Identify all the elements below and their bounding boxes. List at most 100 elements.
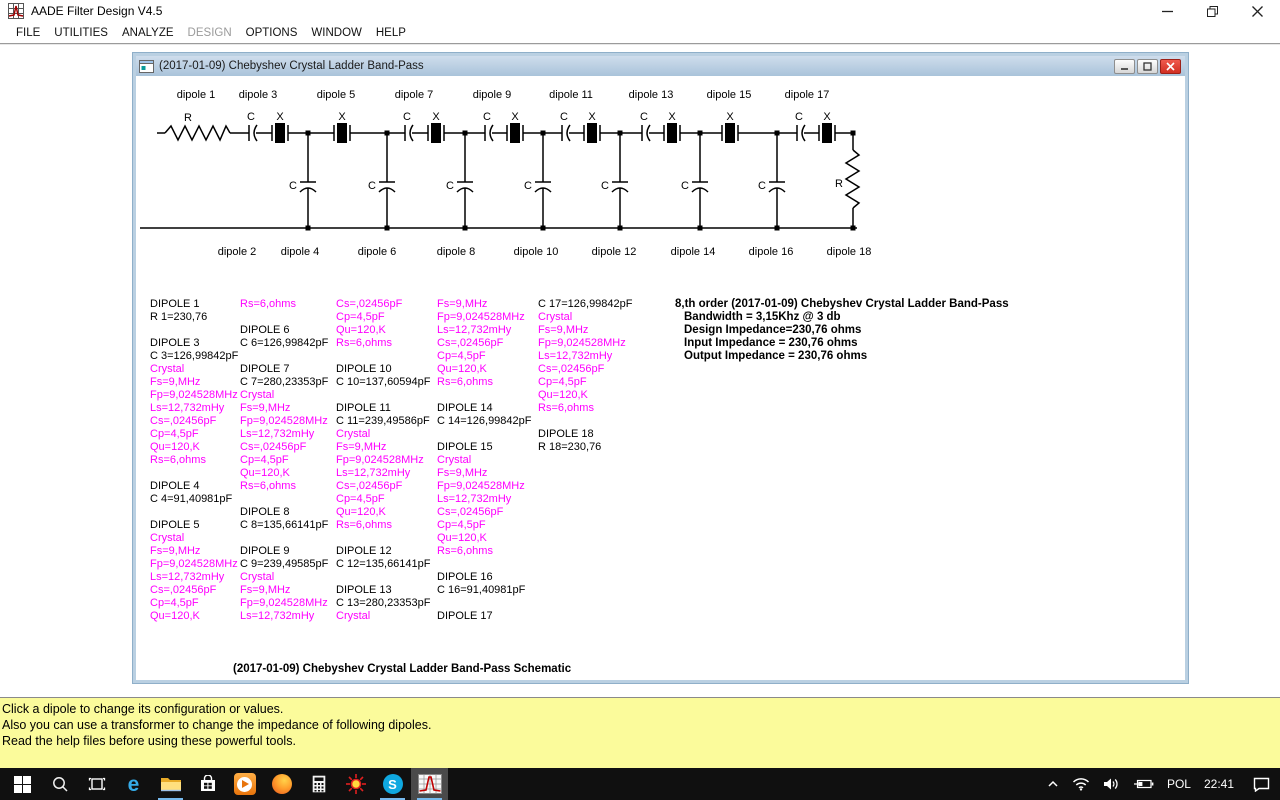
text-line: Fp=9,024528MHz xyxy=(150,389,238,402)
document-window: (2017-01-09) Chebyshev Crystal Ladder Ba… xyxy=(133,53,1188,683)
sun-utility-button[interactable] xyxy=(337,768,374,800)
dipole-label[interactable]: dipole 11 xyxy=(549,89,593,101)
text-line: Fs=9,MHz xyxy=(538,324,633,337)
start-button[interactable] xyxy=(4,768,41,800)
aade-filter-design-button[interactable] xyxy=(411,768,448,800)
text-line xyxy=(150,324,238,337)
text-line: DIPOLE 3 xyxy=(150,337,238,350)
crystal-symbol[interactable] xyxy=(510,123,520,143)
component-label: C xyxy=(601,180,609,192)
dipole-label[interactable]: dipole 5 xyxy=(317,89,356,101)
text-line: Cs=,02456pF xyxy=(150,584,238,597)
text-line: Cs=,02456pF xyxy=(150,415,238,428)
menu-item-file[interactable]: FILE xyxy=(9,27,47,39)
text-line: C 3=126,99842pF xyxy=(150,350,238,363)
wifi-icon[interactable] xyxy=(1072,777,1090,791)
text-line: C 11=239,49586pF xyxy=(336,415,431,428)
dipole-label[interactable]: dipole 13 xyxy=(629,89,674,101)
app-titlebar[interactable]: AADE Filter Design V4.5 xyxy=(0,0,1280,22)
crystal-symbol[interactable] xyxy=(337,123,347,143)
menu-item-help[interactable]: HELP xyxy=(369,27,413,39)
text-line xyxy=(240,532,328,545)
search-button[interactable] xyxy=(41,768,78,800)
dipole-label[interactable]: dipole 10 xyxy=(514,246,559,258)
dipole-label[interactable]: dipole 7 xyxy=(395,89,434,101)
text-line: DIPOLE 10 xyxy=(336,363,431,376)
menu-item-options[interactable]: OPTIONS xyxy=(239,27,305,39)
dipole-label[interactable]: dipole 16 xyxy=(749,246,794,258)
file-explorer-button[interactable] xyxy=(152,768,189,800)
dipole-label[interactable]: dipole 8 xyxy=(437,246,476,258)
text-line: Qu=120,K xyxy=(336,324,431,337)
dipole-label[interactable]: dipole 4 xyxy=(281,246,320,258)
crystal-symbol[interactable] xyxy=(667,123,677,143)
firefox-icon xyxy=(272,774,292,794)
firefox-button[interactable] xyxy=(263,768,300,800)
hidden-icons-chevron-icon[interactable] xyxy=(1047,780,1059,788)
component-label: C xyxy=(640,111,648,123)
text-line: Cp=4,5pF xyxy=(150,428,238,441)
skype-button[interactable]: S xyxy=(374,768,411,800)
menu-item-analyze[interactable]: ANALYZE xyxy=(115,27,181,39)
doc-maximize-icon[interactable] xyxy=(1137,59,1158,74)
dipole-label[interactable]: dipole 17 xyxy=(785,89,830,101)
calculator-button[interactable] xyxy=(300,768,337,800)
restore-icon[interactable] xyxy=(1190,0,1235,22)
windows-logo-icon xyxy=(14,776,31,793)
dipole-label[interactable]: dipole 1 xyxy=(177,89,216,101)
minimize-icon[interactable] xyxy=(1145,0,1190,22)
component-label: X xyxy=(823,111,831,123)
crystal-symbol[interactable] xyxy=(822,123,832,143)
text-line: Rs=6,ohms xyxy=(538,402,633,415)
source-resistor[interactable] xyxy=(165,126,230,140)
text-line: Output Impedance = 230,76 ohms xyxy=(675,350,1009,363)
values-column-1: DIPOLE 1R 1=230,76 DIPOLE 3C 3=126,99842… xyxy=(150,298,238,623)
crystal-symbol[interactable] xyxy=(275,123,285,143)
close-icon[interactable] xyxy=(1235,0,1280,22)
text-line: Fp=9,024528MHz xyxy=(437,480,532,493)
component-label: C xyxy=(524,180,532,192)
crystal-symbol[interactable] xyxy=(725,123,735,143)
dipole-label[interactable]: dipole 12 xyxy=(592,246,637,258)
text-line xyxy=(437,558,532,571)
crystal-symbol[interactable] xyxy=(587,123,597,143)
dipole-label[interactable]: dipole 9 xyxy=(473,89,512,101)
dipole-label[interactable]: dipole 6 xyxy=(358,246,397,258)
volume-icon[interactable] xyxy=(1103,777,1120,791)
doc-close-icon[interactable] xyxy=(1160,59,1181,74)
dipole-label[interactable]: dipole 14 xyxy=(671,246,716,258)
text-line xyxy=(437,597,532,610)
menu-item-window[interactable]: WINDOW xyxy=(304,27,368,39)
media-player-button[interactable] xyxy=(226,768,263,800)
text-line: C 7=280,23353pF xyxy=(240,376,328,389)
edge-button[interactable]: e xyxy=(115,768,152,800)
document-titlebar[interactable]: (2017-01-09) Chebyshev Crystal Ladder Ba… xyxy=(136,56,1185,76)
component-label: X xyxy=(511,111,519,123)
doc-minimize-icon[interactable] xyxy=(1114,59,1135,74)
action-center-icon[interactable] xyxy=(1253,777,1270,792)
skype-icon: S xyxy=(383,774,403,794)
text-line: Cp=4,5pF xyxy=(437,519,532,532)
design-summary-lines: Bandwidth = 3,15Khz @ 3 dbDesign Impedan… xyxy=(675,311,1009,363)
schematic[interactable]: RCCCCCCXXXXXXXXCCCCCCCRdipole 1dipole 3d… xyxy=(140,85,880,265)
component-label: C xyxy=(758,180,766,192)
store-button[interactable] xyxy=(189,768,226,800)
load-resistor[interactable] xyxy=(846,150,859,208)
text-line: DIPOLE 1 xyxy=(150,298,238,311)
crystal-symbol[interactable] xyxy=(431,123,441,143)
dipole-label[interactable]: dipole 3 xyxy=(239,89,278,101)
battery-icon[interactable] xyxy=(1133,778,1154,790)
task-view-button[interactable] xyxy=(78,768,115,800)
menu-item-utilities[interactable]: UTILITIES xyxy=(47,27,115,39)
dipole-label[interactable]: dipole 15 xyxy=(707,89,752,101)
dipole-label[interactable]: dipole 18 xyxy=(827,246,872,258)
language-indicator[interactable]: POL xyxy=(1167,777,1191,791)
clock[interactable]: 22:41 xyxy=(1204,777,1234,791)
component-label: C xyxy=(368,180,376,192)
text-line: Ls=12,732mHy xyxy=(538,350,633,363)
text-line: R 1=230,76 xyxy=(150,311,238,324)
text-line: Fp=9,024528MHz xyxy=(240,415,328,428)
app-title: AADE Filter Design V4.5 xyxy=(31,4,162,18)
dipole-label[interactable]: dipole 2 xyxy=(218,246,257,258)
sun-icon xyxy=(346,774,366,794)
